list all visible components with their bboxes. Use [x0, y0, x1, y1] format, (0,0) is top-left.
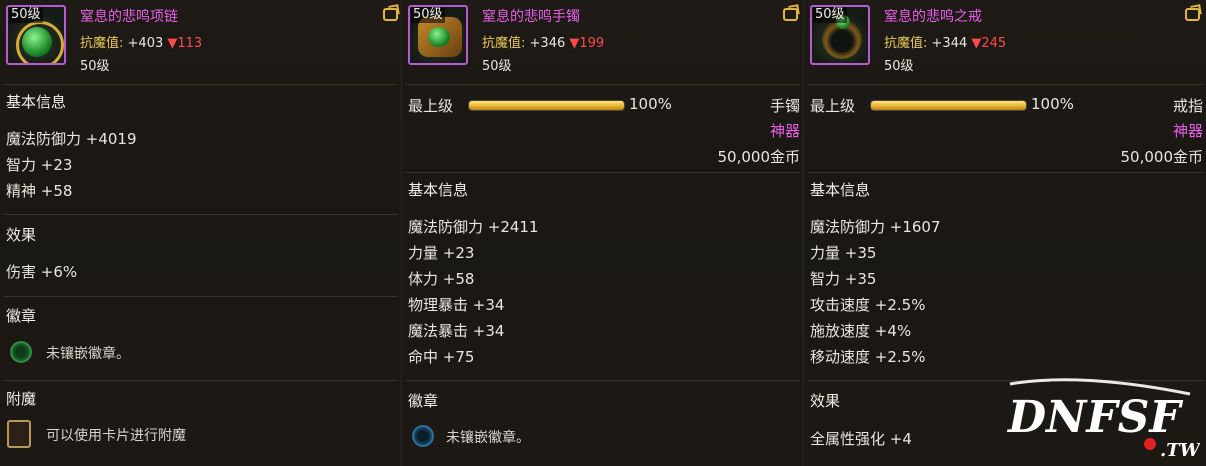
enchant-title: 附魔 — [6, 390, 37, 408]
divider — [4, 380, 397, 381]
slot-type: 戒指 — [1172, 97, 1203, 115]
divider — [4, 84, 397, 85]
enchant-text: 可以使用卡片进行附魔 — [46, 428, 186, 444]
item-name: 窒息的悲鸣项链 — [80, 9, 178, 25]
divider — [406, 380, 800, 381]
grade-bar-fill — [469, 101, 624, 110]
level-tag: 50级 — [9, 7, 43, 23]
stat-line: 魔法防御力 +1607 — [810, 218, 941, 236]
resist-line: 抗魔值: +346 ▼199 — [482, 32, 604, 51]
resist-down: ▼245 — [971, 36, 1007, 51]
dnfsf-watermark-logo: DNFSF .TW — [1006, 378, 1200, 461]
resist-value: +344 — [931, 36, 968, 51]
emblem-text: 未镶嵌徽章。 — [446, 430, 530, 446]
effect-title: 效果 — [810, 392, 841, 410]
resist-label: 抗魔值: — [80, 36, 124, 51]
divider — [808, 172, 1203, 173]
basic-info-title: 基本信息 — [810, 181, 871, 199]
effect-line: 全属性强化 +4 — [810, 430, 912, 448]
watermark-sub-text: .TW — [1160, 440, 1200, 461]
stat-line: 施放速度 +4% — [810, 322, 912, 340]
grade-bar-fill — [871, 101, 1026, 110]
effect-line: 伤害 +6% — [6, 263, 78, 281]
rarity: 神器 — [769, 122, 800, 140]
stat-line: 智力 +23 — [6, 156, 73, 174]
stat-line: 魔法防御力 +2411 — [408, 218, 539, 236]
grade-label: 最上级 — [408, 97, 454, 115]
grade-bar — [468, 100, 625, 111]
item-tooltip-bracelet: 50级 窒息的悲鸣手镯 抗魔值: +346 ▼199 50级 最上级 100% … — [401, 0, 804, 466]
stat-line: 移动速度 +2.5% — [810, 348, 926, 366]
emblem-title: 徽章 — [6, 307, 37, 325]
required-level: 50级 — [80, 59, 110, 74]
resist-label: 抗魔值: — [482, 36, 526, 51]
resist-label: 抗魔值: — [884, 36, 928, 51]
emblem-text: 未镶嵌徽章。 — [46, 346, 130, 362]
price: 50,000金币 — [1120, 148, 1204, 166]
effect-title: 效果 — [6, 226, 37, 244]
emblem-slot-icon[interactable] — [412, 425, 434, 447]
resist-value: +346 — [529, 36, 566, 51]
stat-line: 魔法暴击 +34 — [408, 322, 505, 340]
resist-down: ▼113 — [167, 36, 203, 51]
stat-line: 体力 +58 — [408, 270, 475, 288]
lock-icon[interactable] — [1185, 8, 1200, 21]
stat-line: 攻击速度 +2.5% — [810, 296, 926, 314]
stat-line: 魔法防御力 +4019 — [6, 130, 137, 148]
emblem-slot-icon[interactable] — [10, 341, 32, 363]
card-slot-icon[interactable] — [7, 420, 31, 448]
divider — [406, 84, 800, 85]
lock-icon[interactable] — [383, 8, 398, 21]
divider — [406, 172, 800, 173]
stat-line: 智力 +35 — [810, 270, 877, 288]
item-name: 窒息的悲鸣之戒 — [884, 9, 982, 25]
necklace-icon[interactable]: 50级 — [6, 5, 66, 65]
slot-type: 手镯 — [769, 97, 800, 115]
item-name: 窒息的悲鸣手镯 — [482, 9, 580, 25]
item-tooltip-necklace: 50级 窒息的悲鸣项链 抗魔值: +403 ▼113 50级 基本信息 魔法防御… — [0, 0, 401, 466]
divider — [4, 296, 397, 297]
required-level: 50级 — [482, 59, 512, 74]
basic-info-title: 基本信息 — [6, 93, 67, 111]
resist-down: ▼199 — [569, 36, 605, 51]
level-tag: 50级 — [411, 7, 445, 23]
required-level: 50级 — [884, 59, 914, 74]
stat-line: 物理暴击 +34 — [408, 296, 505, 314]
rarity: 神器 — [1172, 122, 1203, 140]
watermark-main-text: DNFSF — [1006, 392, 1183, 443]
bracelet-icon[interactable]: 50级 — [408, 5, 468, 65]
price: 50,000金币 — [717, 148, 801, 166]
stat-line: 力量 +23 — [408, 244, 475, 262]
grade-label: 最上级 — [810, 97, 856, 115]
stat-line: 命中 +75 — [408, 348, 475, 366]
ring-icon[interactable]: 50级 — [810, 5, 870, 65]
resist-line: 抗魔值: +403 ▼113 — [80, 32, 202, 51]
stat-line: 精神 +58 — [6, 182, 73, 200]
lock-icon[interactable] — [783, 8, 798, 21]
stat-line: 力量 +35 — [810, 244, 877, 262]
resist-value: +403 — [127, 36, 164, 51]
divider — [4, 214, 397, 215]
emblem-title: 徽章 — [408, 392, 439, 410]
grade-percent: 100% — [629, 95, 672, 113]
grade-bar — [870, 100, 1027, 111]
basic-info-title: 基本信息 — [408, 181, 469, 199]
grade-percent: 100% — [1031, 95, 1074, 113]
level-tag: 50级 — [813, 7, 847, 23]
divider — [808, 84, 1203, 85]
resist-line: 抗魔值: +344 ▼245 — [884, 32, 1006, 51]
